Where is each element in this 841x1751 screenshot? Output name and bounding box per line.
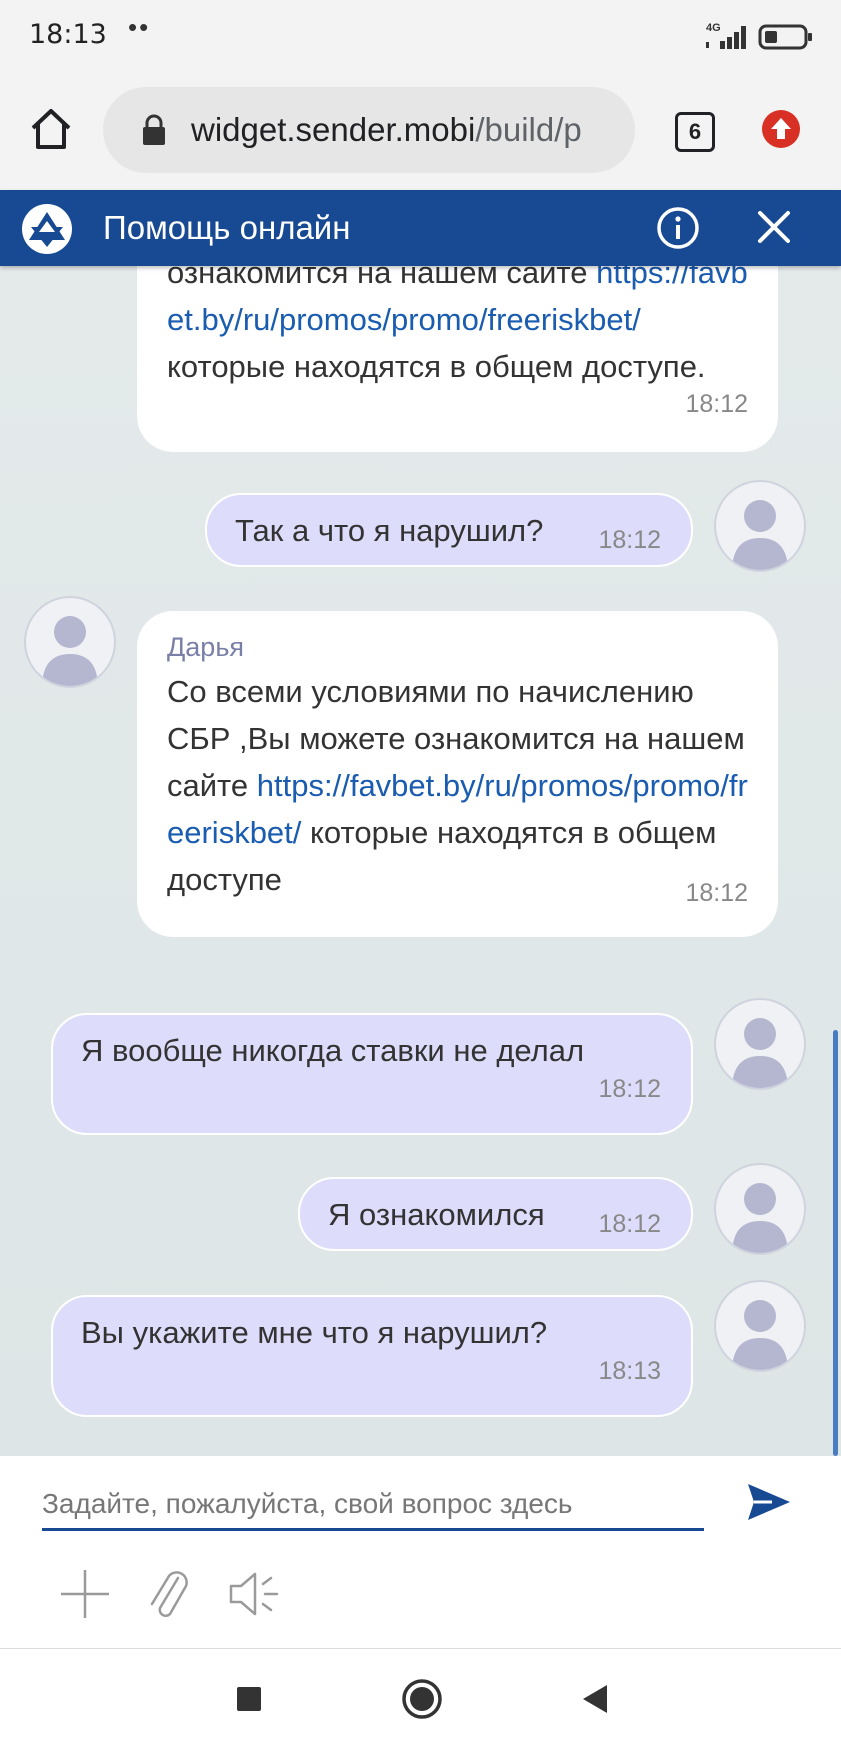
message-composer — [0, 1456, 841, 1648]
signal-icon — [706, 26, 746, 49]
person-icon — [732, 1183, 788, 1253]
plus-icon[interactable] — [55, 1564, 115, 1624]
person-icon — [42, 616, 98, 686]
send-icon[interactable] — [744, 1480, 794, 1524]
operator-message: Дарья Со всеми условиями по начислению С… — [137, 611, 778, 937]
system-nav-bar — [0, 1648, 841, 1751]
recent-apps-button[interactable] — [229, 1679, 269, 1719]
user-message: Я вообще никогда ставки не делал 18:12 — [51, 1013, 693, 1135]
notification-dots: •• — [128, 12, 151, 42]
speaker-icon[interactable] — [225, 1564, 285, 1624]
update-icon[interactable] — [761, 109, 801, 149]
paperclip-icon[interactable] — [140, 1564, 200, 1624]
user-message: Вы укажите мне что я нарушил? 18:13 — [51, 1295, 693, 1417]
person-icon — [732, 1018, 788, 1088]
info-icon[interactable] — [656, 206, 700, 250]
user-message: Так а что я нарушил? 18:12 — [205, 493, 693, 567]
message-text: Я вообще никогда ставки не делал — [81, 1033, 585, 1068]
message-time: 18:12 — [598, 1210, 661, 1238]
user-avatar — [714, 1280, 806, 1372]
user-avatar — [714, 1163, 806, 1255]
message-input[interactable] — [42, 1480, 704, 1531]
author-name: Дарья — [167, 632, 245, 662]
user-avatar — [714, 480, 806, 572]
address-bar[interactable]: widget.sender.mobi/build/p — [103, 87, 635, 173]
home-button[interactable] — [400, 1677, 444, 1721]
status-time: 18:13 — [29, 19, 107, 50]
person-icon — [732, 1300, 788, 1370]
url-text: widget.sender.mobi/build/p — [191, 111, 621, 149]
message-text: Так а что я нарушил? — [235, 513, 544, 548]
close-icon[interactable] — [756, 209, 792, 245]
browser-toolbar: widget.sender.mobi/build/p 6 — [0, 72, 841, 190]
user-message: Я ознакомился 18:12 — [298, 1177, 693, 1251]
tab-switcher-button[interactable]: 6 — [675, 112, 715, 152]
message-text: Вы укажите мне что я нарушил? — [81, 1315, 548, 1350]
message-time: 18:12 — [685, 390, 748, 418]
chat-area[interactable]: ознакомится на нашем сайте https://favbe… — [0, 266, 841, 1456]
lock-icon — [143, 114, 165, 145]
widget-header: Помощь онлайн — [0, 190, 841, 266]
message-time: 18:12 — [598, 526, 661, 554]
message-time: 18:13 — [598, 1357, 661, 1385]
person-icon — [732, 500, 788, 570]
user-avatar — [714, 998, 806, 1090]
url-path: /build/p — [475, 111, 582, 148]
message-text: Я ознакомился — [328, 1197, 545, 1232]
status-bar: 18:13 •• 4G — [0, 0, 841, 72]
battery-icon — [758, 24, 812, 50]
message-time: 18:12 — [685, 879, 748, 907]
message-text: которые находятся в общем доступе. — [167, 349, 706, 384]
message-text: ознакомится на нашем сайте — [167, 266, 588, 290]
message-time: 18:12 — [598, 1075, 661, 1103]
chat-scrollbar[interactable] — [833, 1030, 838, 1456]
operator-message: ознакомится на нашем сайте https://favbe… — [137, 266, 778, 452]
back-button[interactable] — [575, 1679, 615, 1719]
url-host: widget.sender.mobi — [191, 111, 476, 148]
operator-avatar — [24, 596, 116, 688]
home-icon[interactable] — [28, 106, 74, 152]
widget-title: Помощь онлайн — [103, 209, 351, 246]
brand-logo — [22, 204, 72, 254]
